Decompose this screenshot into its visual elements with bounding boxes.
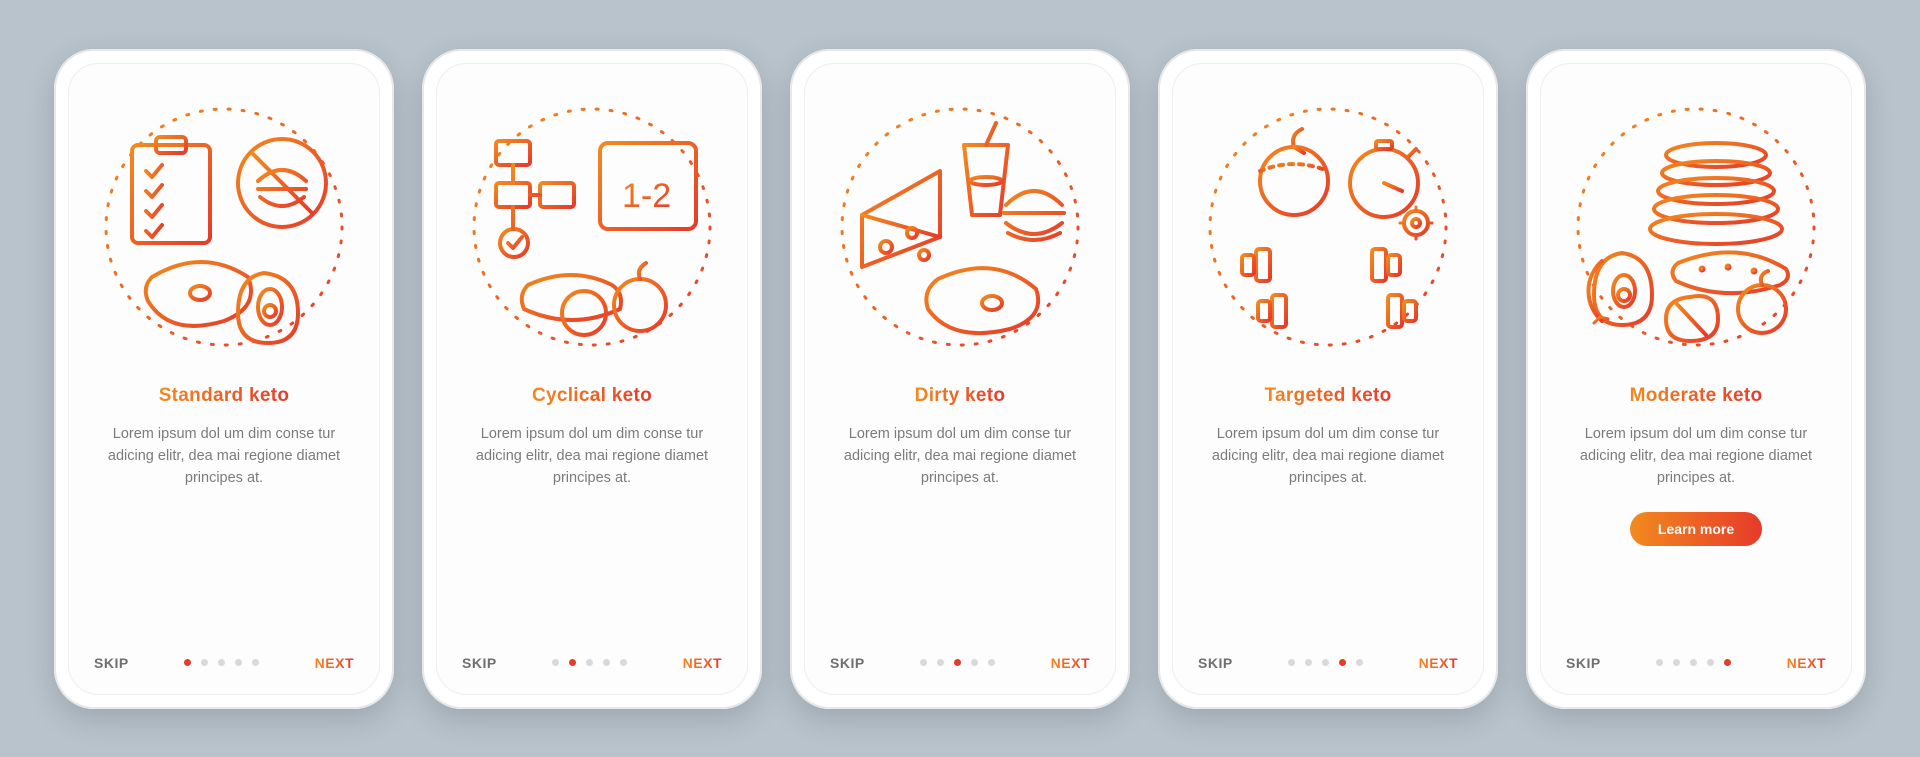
- page-dot[interactable]: [1322, 659, 1329, 666]
- page-dot[interactable]: [1288, 659, 1295, 666]
- screen-description: Lorem ipsum dol um dim conse tur adicing…: [467, 423, 717, 490]
- skip-button[interactable]: SKIP: [462, 655, 497, 671]
- page-dot[interactable]: [603, 659, 610, 666]
- onboarding-footer: SKIP NEXT: [1198, 655, 1458, 671]
- onboarding-footer: SKIP NEXT: [462, 655, 722, 671]
- cyclical-keto-illustration: 1-2: [462, 97, 722, 357]
- page-dot[interactable]: [1305, 659, 1312, 666]
- onboarding-footer: SKIP NEXT: [830, 655, 1090, 671]
- onboarding-screen: Targeted keto Lorem ipsum dol um dim cons…: [1172, 63, 1484, 695]
- page-dot[interactable]: [1356, 659, 1363, 666]
- svg-text:1-2: 1-2: [622, 177, 671, 215]
- moderate-keto-illustration: [1566, 97, 1826, 357]
- page-dot-active[interactable]: [569, 659, 576, 666]
- screen-title: Targeted keto: [1264, 385, 1391, 407]
- page-dot[interactable]: [218, 659, 225, 666]
- onboarding-footer: SKIP NEXT: [94, 655, 354, 671]
- dirty-keto-illustration: [830, 97, 1090, 357]
- standard-keto-illustration: [94, 97, 354, 357]
- page-dot[interactable]: [252, 659, 259, 666]
- page-dot[interactable]: [920, 659, 927, 666]
- next-button[interactable]: NEXT: [1051, 655, 1090, 671]
- onboarding-screen: Moderate keto Lorem ipsum dol um dim cons…: [1540, 63, 1852, 695]
- page-indicator: [552, 659, 627, 666]
- phone-mockup-0: Standard keto Lorem ipsum dol um dim cons…: [54, 49, 394, 709]
- page-dot[interactable]: [1707, 659, 1714, 666]
- onboarding-footer: SKIP NEXT: [1566, 655, 1826, 671]
- screen-title: Cyclical keto: [532, 385, 652, 407]
- page-dot[interactable]: [1673, 659, 1680, 666]
- page-dot[interactable]: [988, 659, 995, 666]
- skip-button[interactable]: SKIP: [94, 655, 129, 671]
- screen-title: Dirty keto: [915, 385, 1006, 407]
- next-button[interactable]: NEXT: [315, 655, 354, 671]
- page-dot[interactable]: [235, 659, 242, 666]
- page-dot[interactable]: [971, 659, 978, 666]
- page-dot[interactable]: [1656, 659, 1663, 666]
- next-button[interactable]: NEXT: [683, 655, 722, 671]
- skip-button[interactable]: SKIP: [830, 655, 865, 671]
- learn-more-button[interactable]: Learn more: [1630, 512, 1762, 546]
- screen-description: Lorem ipsum dol um dim conse tur adicing…: [99, 423, 349, 490]
- screen-title: Standard keto: [159, 385, 290, 407]
- next-button[interactable]: NEXT: [1419, 655, 1458, 671]
- page-dot-active[interactable]: [1339, 659, 1346, 666]
- screen-description: Lorem ipsum dol um dim conse tur adicing…: [835, 423, 1085, 490]
- page-indicator: [184, 659, 259, 666]
- page-dot-active[interactable]: [1724, 659, 1731, 666]
- page-dot[interactable]: [1690, 659, 1697, 666]
- phone-mockup-4: Moderate keto Lorem ipsum dol um dim cons…: [1526, 49, 1866, 709]
- page-dot-active[interactable]: [184, 659, 191, 666]
- page-dot[interactable]: [620, 659, 627, 666]
- screen-description: Lorem ipsum dol um dim conse tur adicing…: [1571, 423, 1821, 490]
- phone-mockup-2: Dirty keto Lorem ipsum dol um dim conse t…: [790, 49, 1130, 709]
- skip-button[interactable]: SKIP: [1198, 655, 1233, 671]
- page-dot[interactable]: [586, 659, 593, 666]
- targeted-keto-illustration: [1198, 97, 1458, 357]
- page-indicator: [920, 659, 995, 666]
- phone-mockup-row: Standard keto Lorem ipsum dol um dim cons…: [54, 49, 1866, 709]
- page-dot[interactable]: [201, 659, 208, 666]
- onboarding-screen: Dirty keto Lorem ipsum dol um dim conse t…: [804, 63, 1116, 695]
- skip-button[interactable]: SKIP: [1566, 655, 1601, 671]
- screen-description: Lorem ipsum dol um dim conse tur adicing…: [1203, 423, 1453, 490]
- page-dot-active[interactable]: [954, 659, 961, 666]
- onboarding-screen: Standard keto Lorem ipsum dol um dim cons…: [68, 63, 380, 695]
- screen-title: Moderate keto: [1630, 385, 1763, 407]
- page-indicator: [1288, 659, 1363, 666]
- phone-mockup-3: Targeted keto Lorem ipsum dol um dim cons…: [1158, 49, 1498, 709]
- page-dot[interactable]: [552, 659, 559, 666]
- page-dot[interactable]: [937, 659, 944, 666]
- onboarding-screen: 1-2 Cyclical keto Lorem ipsum dol um dim …: [436, 63, 748, 695]
- next-button[interactable]: NEXT: [1787, 655, 1826, 671]
- page-indicator: [1656, 659, 1731, 666]
- phone-mockup-1: 1-2 Cyclical keto Lorem ipsum dol um dim …: [422, 49, 762, 709]
